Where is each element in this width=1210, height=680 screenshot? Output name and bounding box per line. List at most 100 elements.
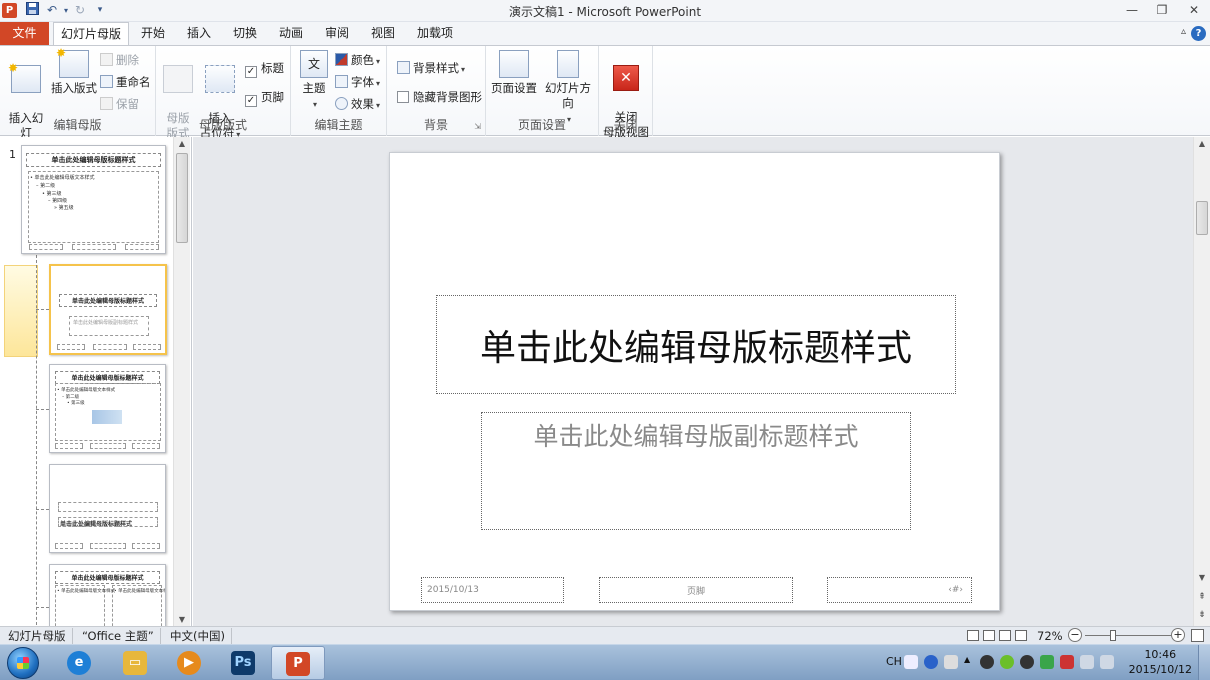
hide-background-graphics-box[interactable] [397,91,409,103]
title-placeholder[interactable]: 单击此处编辑母版标题样式 [436,295,956,394]
zoom-slider-thumb[interactable] [1110,630,1116,641]
effects-button[interactable]: 效果 ▾ [335,95,380,113]
tab-file[interactable]: 文件 [0,22,49,45]
preserve-icon [100,97,113,110]
flag-icon[interactable] [1060,655,1074,669]
thumbnail-slide-master[interactable]: 单击此处编辑母版标题样式 • 单击此处编辑母版文本样式 – 第二级 • 第三级 … [21,145,166,254]
reading-view-icon[interactable] [999,630,1011,641]
scroll-up-icon[interactable]: ▲ [1194,139,1210,148]
slide-canvas: 单击此处编辑母版标题样式 单击此处编辑母版副标题样式 2015/10/13 页脚… [389,152,1000,611]
zoom-slider[interactable] [1085,635,1171,636]
qq-icon-2[interactable] [1020,655,1034,669]
slideshow-view-icon[interactable] [1015,630,1027,641]
preserve-button[interactable]: 保留 [100,95,139,113]
group-background: 背景样式 ▾ 隐藏背景图形 背景 ⇲ [387,46,486,136]
title-bar: P ↶ ▾ ↻ ▾ 演示文稿1 - Microsoft PowerPoint —… [0,0,1210,22]
ie-icon: e [67,651,91,675]
thumbnail-scrollbar[interactable]: ▲ ▼ [173,137,190,626]
tab-review[interactable]: 审阅 [318,22,356,45]
system-clock[interactable]: 10:46 2015/10/12 [1129,647,1192,677]
thumbnail-title: 单击此处编辑母版标题样式 [59,294,157,307]
slide-orientation-icon [557,50,579,78]
normal-view-icon[interactable] [967,630,979,641]
footer-checkbox[interactable]: ✓ 页脚 [245,88,284,107]
status-theme-name[interactable]: “Office 主题” [76,628,161,644]
input-language[interactable]: CH [886,655,902,668]
help-tray-icon[interactable] [924,655,938,669]
keyboard-icon[interactable] [904,655,918,669]
volume-icon[interactable] [1100,655,1114,669]
minimize-ribbon-icon[interactable]: ▵ [1181,26,1186,37]
scrollbar-thumb[interactable] [1196,201,1208,235]
photoshop-icon: Ps [231,651,255,675]
zoom-out-button[interactable]: − [1068,628,1082,642]
taskbar-app-ie[interactable]: e [52,646,106,680]
tab-view[interactable]: 视图 [364,22,402,45]
tab-home[interactable]: 开始 [134,22,172,45]
title-checkbox[interactable]: ✓ 标题 [245,59,284,78]
colors-icon [335,53,348,66]
insert-layout-button[interactable]: ✸ 插入版式 [50,46,98,96]
scrollbar-thumb[interactable] [176,153,188,243]
taskbar-app-photoshop[interactable]: Ps [216,646,270,680]
hide-background-graphics-checkbox[interactable]: 隐藏背景图形 [397,88,482,106]
scroll-down-icon[interactable]: ▼ [174,615,190,624]
show-desktop-button[interactable] [1198,645,1210,680]
tab-addins[interactable]: 加载项 [410,22,460,45]
close-icon: ✕ [613,65,639,91]
rename-button[interactable]: 重命名 [100,73,151,91]
show-hidden-icons-icon[interactable]: ▲ [964,655,970,664]
qq-icon[interactable] [980,655,994,669]
help-icon[interactable]: ? [1191,26,1206,41]
security-icon[interactable] [1000,655,1014,669]
group-label-master-layout: 母版版式 [198,118,247,132]
taskbar-app-media-player[interactable]: ▶ [162,646,216,680]
colors-button[interactable]: 颜色 ▾ [335,51,380,69]
footer-checkbox-box[interactable]: ✓ [245,95,257,107]
title-checkbox-box[interactable]: ✓ [245,66,257,78]
fit-to-window-icon[interactable] [1191,629,1204,642]
date-placeholder[interactable]: 2015/10/13 [421,577,564,603]
thumbnail-layout-two-content[interactable]: 单击此处编辑母版标题样式 • 单击此处编辑母版文本样式 • 单击此处编辑母版文本… [49,564,166,626]
thumbnail-number: 1 [9,148,16,161]
network-icon[interactable] [1080,655,1094,669]
start-button[interactable] [7,647,39,679]
slide-edit-area: 单击此处编辑母版标题样式 单击此处编辑母版副标题样式 2015/10/13 页脚… [193,137,1193,626]
taskbar-app-explorer[interactable]: ▭ [108,646,162,680]
taskbar-app-powerpoint[interactable]: P [271,646,325,680]
fonts-button[interactable]: 字体 ▾ [335,73,380,91]
zoom-level[interactable]: 72% [1037,628,1063,644]
minimize-button[interactable]: — [1118,1,1146,20]
status-language[interactable]: 中文(中国) [164,628,232,644]
scroll-up-icon[interactable]: ▲ [174,139,190,148]
tab-insert[interactable]: 插入 [180,22,218,45]
group-label-background: 背景 [423,118,448,132]
footer-placeholder[interactable]: 页脚 [599,577,793,603]
themes-button[interactable]: 文 主题 ▾ [297,50,331,112]
shield-icon[interactable] [1040,655,1054,669]
tab-transitions[interactable]: 切换 [226,22,264,45]
background-dialog-launcher-icon[interactable]: ⇲ [474,122,481,131]
pen-icon[interactable] [944,655,958,669]
page-setup-button[interactable]: 页面设置 [490,50,538,96]
main-scrollbar[interactable]: ▲ ▼ ⇞ ⇟ [1193,137,1210,626]
subtitle-placeholder[interactable]: 单击此处编辑母版副标题样式 [481,412,911,530]
background-styles-button[interactable]: 背景样式 ▾ [397,59,465,77]
zoom-in-button[interactable]: + [1171,628,1185,642]
thumbnail-layout-section-header[interactable]: 单击此处编辑母版标题样式 [49,464,166,553]
next-slide-icon[interactable]: ⇟ [1194,610,1210,620]
tab-animations[interactable]: 动画 [272,22,310,45]
scroll-down-icon[interactable]: ▼ [1194,573,1210,582]
themes-icon: 文 [300,50,328,78]
thumbnail-layout-title[interactable]: 单击此处编辑母版标题样式 单击此处编辑母版副标题样式 [49,264,167,355]
previous-slide-icon[interactable]: ⇞ [1194,592,1210,602]
delete-button[interactable]: 删除 [100,51,139,69]
restore-button[interactable]: ❐ [1148,1,1176,20]
group-label-edit-theme: 编辑主题 [314,118,363,132]
slide-number-placeholder[interactable]: ‹#› [827,577,972,603]
slide-sorter-view-icon[interactable] [983,630,995,641]
close-window-button[interactable]: ✕ [1180,1,1208,20]
thumbnail-layout-title-content[interactable]: 单击此处编辑母版标题样式 • 单击此处编辑母版文本样式 – 第二级 • 第三级 [49,364,166,453]
insert-placeholder-icon [205,65,235,93]
tab-slide-master[interactable]: 幻灯片母版 [53,22,129,45]
